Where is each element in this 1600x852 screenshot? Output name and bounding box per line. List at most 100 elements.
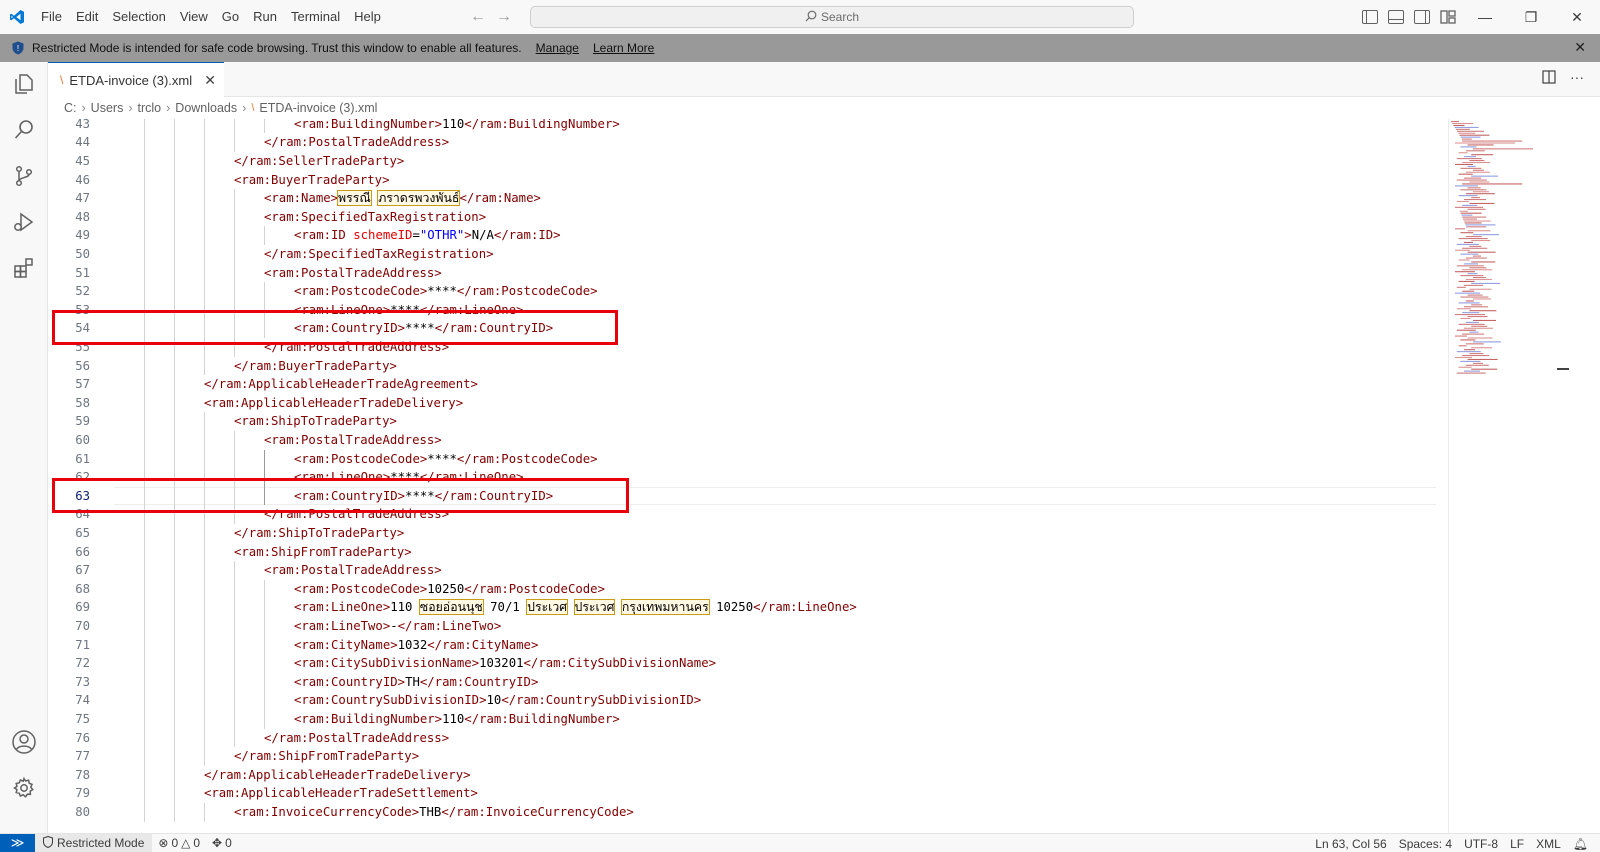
command-center-search[interactable]: Search (530, 6, 1134, 28)
code-line[interactable]: 46 <ram:BuyerTradeParty> (48, 171, 1448, 190)
code-text: <ram:LineOne>110 ซอยอ่อนนุช 70/1 ประเวศ … (294, 599, 857, 616)
notifications-bell-icon[interactable]: 🔔︎ (1573, 837, 1588, 851)
annotation-highlight-box (52, 477, 629, 513)
code-line[interactable]: 73 <ram:CountryID>TH</ram:CountryID> (48, 673, 1448, 692)
code-line[interactable]: 44 </ram:PostalTradeAddress> (48, 133, 1448, 152)
more-actions-icon[interactable]: ··· (1570, 70, 1584, 87)
code-line[interactable]: 52 <ram:PostcodeCode>****</ram:PostcodeCo… (48, 282, 1448, 301)
manage-link[interactable]: Manage (536, 41, 579, 55)
toggle-secondary-sidebar-icon[interactable] (1414, 10, 1430, 24)
code-line[interactable]: 43 <ram:BuildingNumber>110</ram:BuildingN… (48, 119, 1448, 133)
minimap[interactable] (1448, 119, 1558, 833)
menu-edit[interactable]: Edit (69, 0, 105, 34)
language-mode-status[interactable]: XML (1536, 837, 1561, 851)
code-line[interactable]: 77 </ram:ShipFromTradeParty> (48, 747, 1448, 766)
breadcrumb-item[interactable]: Users (91, 101, 124, 115)
minimap-line (1455, 128, 1470, 130)
source-control-icon[interactable] (8, 160, 40, 192)
code-line[interactable]: 75 <ram:BuildingNumber>110</ram:BuildingN… (48, 710, 1448, 729)
code-line[interactable]: 61 <ram:PostcodeCode>****</ram:PostcodeCo… (48, 450, 1448, 469)
encoding-status[interactable]: UTF-8 (1464, 837, 1498, 851)
activity-bar (0, 62, 48, 833)
minimap-line (1460, 232, 1474, 234)
code-line[interactable]: 60 <ram:PostalTradeAddress> (48, 431, 1448, 450)
code-line[interactable]: 49 <ram:ID schemeID="OTHR">N/A</ram:ID> (48, 226, 1448, 245)
code-line[interactable]: 79 <ram:ApplicableHeaderTradeSettlement> (48, 784, 1448, 803)
menu-selection[interactable]: Selection (105, 0, 172, 34)
code-line[interactable]: 78 </ram:ApplicableHeaderTradeDelivery> (48, 766, 1448, 785)
code-text: <ram:LineTwo>-</ram:LineTwo> (294, 619, 502, 633)
scrollbar-position-indicator[interactable] (1557, 368, 1569, 370)
code-line[interactable]: 45 </ram:SellerTradeParty> (48, 152, 1448, 171)
code-line[interactable]: 57 </ram:ApplicableHeaderTradeAgreement> (48, 375, 1448, 394)
menu-view[interactable]: View (173, 0, 215, 34)
ports-status[interactable]: ✥ 0 (206, 836, 238, 850)
code-line[interactable]: 48 <ram:SpecifiedTaxRegistration> (48, 208, 1448, 227)
code-line[interactable]: 59 <ram:ShipToTradeParty> (48, 412, 1448, 431)
problems-status[interactable]: ⊗ 0 △ 0 (152, 836, 206, 850)
code-line[interactable]: 68 <ram:PostcodeCode>10250</ram:PostcodeC… (48, 580, 1448, 599)
minimap-line (1451, 121, 1459, 123)
code-line[interactable]: 76 </ram:PostalTradeAddress> (48, 729, 1448, 748)
xml-file-icon: \ (60, 73, 64, 87)
close-banner-icon[interactable]: ✕ (1574, 39, 1586, 56)
toggle-panel-icon[interactable] (1388, 10, 1404, 24)
explorer-icon[interactable] (8, 68, 40, 100)
minimap-line (1460, 339, 1476, 341)
minimap-line (1471, 347, 1493, 349)
minimap-preview (1451, 121, 1533, 374)
code-line[interactable]: 65 </ram:ShipToTradeParty> (48, 524, 1448, 543)
code-line[interactable]: 74 <ram:CountrySubDivisionID>10</ram:Coun… (48, 691, 1448, 710)
toggle-primary-sidebar-icon[interactable] (1362, 10, 1378, 24)
line-number: 50 (75, 247, 90, 261)
menu-terminal[interactable]: Terminal (284, 0, 347, 34)
code-line[interactable]: 51 <ram:PostalTradeAddress> (48, 264, 1448, 283)
code-line[interactable]: 69 <ram:LineOne>110 ซอยอ่อนนุช 70/1 ประเว… (48, 598, 1448, 617)
menu-file[interactable]: File (34, 0, 69, 34)
tab-etda-invoice[interactable]: \ ETDA-invoice (3).xml ✕ (48, 62, 224, 97)
split-editor-icon[interactable] (1542, 70, 1556, 87)
code-line[interactable]: 56 </ram:BuyerTradeParty> (48, 357, 1448, 376)
remote-indicator-icon[interactable]: ≫ (0, 833, 35, 852)
breadcrumb-item[interactable]: C: (64, 101, 77, 115)
code-line[interactable]: 71 <ram:CityName>1032</ram:CityName> (48, 636, 1448, 655)
menu-go[interactable]: Go (215, 0, 246, 34)
go-back-icon[interactable]: ← (470, 8, 486, 26)
customize-layout-icon[interactable] (1440, 10, 1456, 24)
code-line[interactable]: 80 <ram:InvoiceCurrencyCode>THB</ram:Invo… (48, 803, 1448, 822)
code-line[interactable]: 50 </ram:SpecifiedTaxRegistration> (48, 245, 1448, 264)
run-debug-icon[interactable] (8, 206, 40, 238)
minimap-line (1455, 206, 1483, 208)
code-editor[interactable]: 43 <ram:BuildingNumber>110</ram:BuildingN… (48, 119, 1448, 833)
manage-gear-icon[interactable] (8, 772, 40, 804)
code-line[interactable]: 72 <ram:CitySubDivisionName>103201</ram:C… (48, 654, 1448, 673)
minimap-line (1458, 238, 1488, 240)
code-line[interactable]: 47 <ram:Name>พรรณี ภราดรพวงพันธ์</ram:Nam… (48, 189, 1448, 208)
restore-icon[interactable]: ❐ (1508, 0, 1554, 34)
code-line[interactable]: 67 <ram:PostalTradeAddress> (48, 561, 1448, 580)
restricted-mode-status[interactable]: Restricted Mode (35, 833, 153, 852)
close-window-icon[interactable]: ✕ (1554, 0, 1600, 34)
indentation-status[interactable]: Spaces: 4 (1399, 837, 1452, 851)
code-text: </ram:BuyerTradeParty> (234, 358, 397, 373)
breadcrumb-item[interactable]: trclo (138, 101, 162, 115)
minimap-line (1462, 269, 1493, 271)
go-forward-icon[interactable]: → (496, 8, 512, 26)
cursor-position[interactable]: Ln 63, Col 56 (1315, 837, 1386, 851)
line-number: 79 (75, 786, 90, 801)
close-tab-icon[interactable]: ✕ (204, 72, 216, 89)
code-line[interactable]: 58 <ram:ApplicableHeaderTradeDelivery> (48, 394, 1448, 413)
extensions-icon[interactable] (8, 252, 40, 284)
breadcrumb-item[interactable]: Downloads (175, 101, 237, 115)
accounts-icon[interactable] (8, 726, 40, 758)
breadcrumb-item[interactable]: ETDA-invoice (3).xml (259, 101, 377, 115)
code-line[interactable]: 70 <ram:LineTwo>-</ram:LineTwo> (48, 617, 1448, 636)
code-line[interactable]: 66 <ram:ShipFromTradeParty> (48, 543, 1448, 562)
minimize-icon[interactable]: — (1462, 0, 1508, 34)
search-icon[interactable] (8, 114, 40, 146)
menu-help[interactable]: Help (347, 0, 388, 34)
learn-more-link[interactable]: Learn More (593, 41, 654, 55)
minimap-line (1473, 362, 1483, 364)
eol-status[interactable]: LF (1510, 837, 1524, 851)
menu-run[interactable]: Run (246, 0, 284, 34)
